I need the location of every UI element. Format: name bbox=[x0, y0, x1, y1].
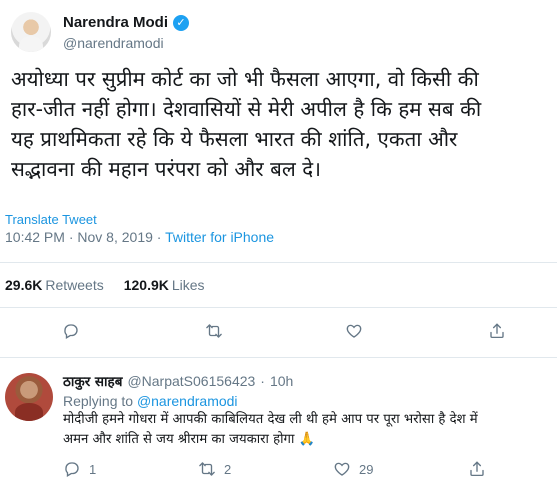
divider bbox=[0, 357, 557, 358]
likes-label: Likes bbox=[171, 277, 205, 293]
author-handle[interactable]: @narendramodi bbox=[63, 35, 164, 51]
retweet-button[interactable] bbox=[205, 322, 223, 340]
like-button[interactable] bbox=[345, 322, 363, 340]
engagement-stats: 29.6K Retweets 120.9K Likes bbox=[5, 277, 205, 293]
retweet-icon bbox=[199, 462, 215, 476]
share-icon bbox=[470, 461, 484, 477]
heart-icon bbox=[346, 324, 362, 338]
reply-like-button[interactable]: 29 bbox=[333, 460, 373, 478]
reply-retweet-count: 2 bbox=[224, 461, 232, 477]
reply-button[interactable] bbox=[62, 322, 80, 340]
verified-icon: ✓ bbox=[173, 14, 190, 31]
tweet-text-line: यह प्राथमिकता रहे कि ये फैसला भारत की शा… bbox=[11, 127, 458, 151]
reply-reply-count: 1 bbox=[89, 461, 97, 477]
heart-icon bbox=[334, 462, 350, 476]
replying-mention-link[interactable]: @narendramodi bbox=[137, 393, 238, 409]
separator-dot: · bbox=[260, 373, 265, 389]
replying-prefix: Replying to bbox=[63, 393, 134, 409]
retweet-icon bbox=[206, 324, 222, 338]
retweets-stat[interactable]: 29.6K Retweets bbox=[5, 277, 104, 293]
reply-author-name[interactable]: ठाकुर साहब bbox=[63, 372, 122, 390]
reply-retweet-button[interactable]: 2 bbox=[198, 460, 231, 478]
share-button[interactable] bbox=[488, 322, 506, 340]
reply-avatar[interactable] bbox=[5, 373, 53, 421]
reply-header: ठाकुर साहब @NarpatS06156423 · 10h bbox=[63, 372, 293, 390]
replying-to: Replying to @narendramodi bbox=[63, 393, 238, 409]
separator-dot: · bbox=[156, 229, 162, 245]
reply-time[interactable]: 10h bbox=[270, 373, 293, 389]
tweet-text-line: हार-जीत नहीं होगा। देशवासियों से मेरी अप… bbox=[11, 97, 482, 121]
likes-stat[interactable]: 120.9K Likes bbox=[124, 277, 205, 293]
reply-like-count: 29 bbox=[359, 461, 374, 477]
tweet-text-line: अयोध्या पर सुप्रीम कोर्ट का जो भी फैसला … bbox=[11, 67, 479, 91]
likes-count: 120.9K bbox=[123, 277, 169, 293]
reply-reply-button[interactable]: 1 bbox=[63, 460, 96, 478]
author-row: Narendra Modi ✓ bbox=[63, 14, 190, 31]
tweet-meta: 10:42 PM · Nov 8, 2019 · Twitter for iPh… bbox=[5, 229, 274, 245]
reply-text-line: अमन और शांति से जय श्रीराम का जयकारा होग… bbox=[63, 432, 316, 447]
tweet-source-link[interactable]: Twitter for iPhone bbox=[165, 229, 274, 245]
divider bbox=[0, 262, 557, 263]
share-icon bbox=[490, 323, 504, 339]
reply-share-button[interactable] bbox=[468, 460, 486, 478]
reply-text-line: मोदीजी हमने गोधरा में आपकी काबिलियत देख … bbox=[63, 412, 478, 427]
divider bbox=[0, 307, 557, 308]
reply-actions: 1 2 29 bbox=[0, 460, 557, 480]
reply-text: मोदीजी हमने गोधरा में आपकी काबिलियत देख … bbox=[63, 410, 557, 450]
tweet-actions bbox=[0, 322, 557, 346]
reply-author-handle[interactable]: @NarpatS06156423 bbox=[127, 373, 255, 389]
avatar[interactable] bbox=[11, 12, 51, 52]
separator-dot: · bbox=[68, 229, 74, 245]
retweets-count: 29.6K bbox=[5, 277, 43, 293]
translate-tweet-link[interactable]: Translate Tweet bbox=[5, 212, 97, 227]
author-name[interactable]: Narendra Modi bbox=[63, 14, 168, 31]
tweet-date[interactable]: Nov 8, 2019 bbox=[77, 229, 153, 245]
tweet-text-line: सद्भावना की महान परंपरा को और बल दे। bbox=[11, 157, 321, 181]
tweet-time[interactable]: 10:42 PM bbox=[5, 229, 65, 245]
retweets-label: Retweets bbox=[45, 277, 104, 293]
reply-icon bbox=[65, 462, 79, 477]
tweet-text: अयोध्या पर सुप्रीम कोर्ट का जो भी फैसला … bbox=[11, 64, 553, 184]
reply-icon bbox=[64, 324, 78, 339]
